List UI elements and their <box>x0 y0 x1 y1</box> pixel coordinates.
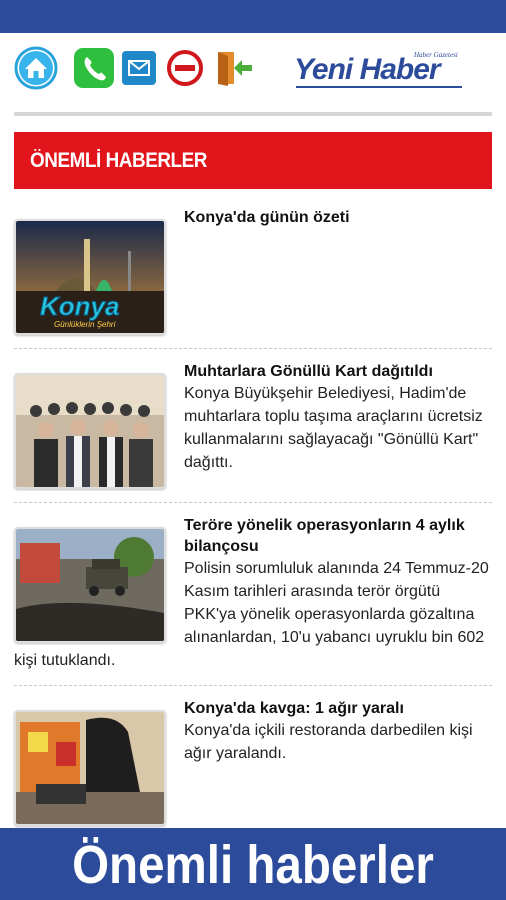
toolbar: Yeni Haber Haber Gazetesi <box>0 33 506 108</box>
news-item[interactable]: Muhtarlara Gönüllü Kart dağıtıldı Konya … <box>14 361 492 503</box>
thumb-text: Konya <box>40 291 119 321</box>
news-list: Konya Günlüklerin Şehri Konya'da günün ö… <box>14 195 492 840</box>
status-bar <box>0 0 506 33</box>
news-item[interactable]: Konya Günlüklerin Şehri Konya'da günün ö… <box>14 207 492 349</box>
news-item[interactable]: Konya'da kavga: 1 ağır yaralı Konya'da i… <box>14 698 492 840</box>
block-icon[interactable] <box>166 49 204 87</box>
news-thumbnail <box>14 710 166 826</box>
section-header: ÖNEMLİ HABERLER <box>14 132 492 189</box>
banner-text: Önemli haberler <box>72 835 434 895</box>
news-item[interactable]: Teröre yönelik operasyonların 4 aylık bi… <box>14 515 492 686</box>
phone-icon[interactable] <box>73 47 115 89</box>
logo: Yeni Haber Haber Gazetesi <box>290 49 468 91</box>
mail-icon[interactable] <box>121 50 157 86</box>
promo-banner: Önemli haberler <box>0 828 506 900</box>
news-thumbnail: Konya Günlüklerin Şehri <box>14 219 166 335</box>
exit-icon[interactable] <box>214 48 254 88</box>
news-thumbnail <box>14 373 166 489</box>
news-thumbnail <box>14 527 166 643</box>
home-icon[interactable] <box>14 46 58 90</box>
divider <box>14 112 492 116</box>
logo-tagline: Haber Gazetesi <box>414 51 458 59</box>
section-title: ÖNEMLİ HABERLER <box>30 149 208 172</box>
thumb-subtext: Günlüklerin Şehri <box>54 320 116 329</box>
